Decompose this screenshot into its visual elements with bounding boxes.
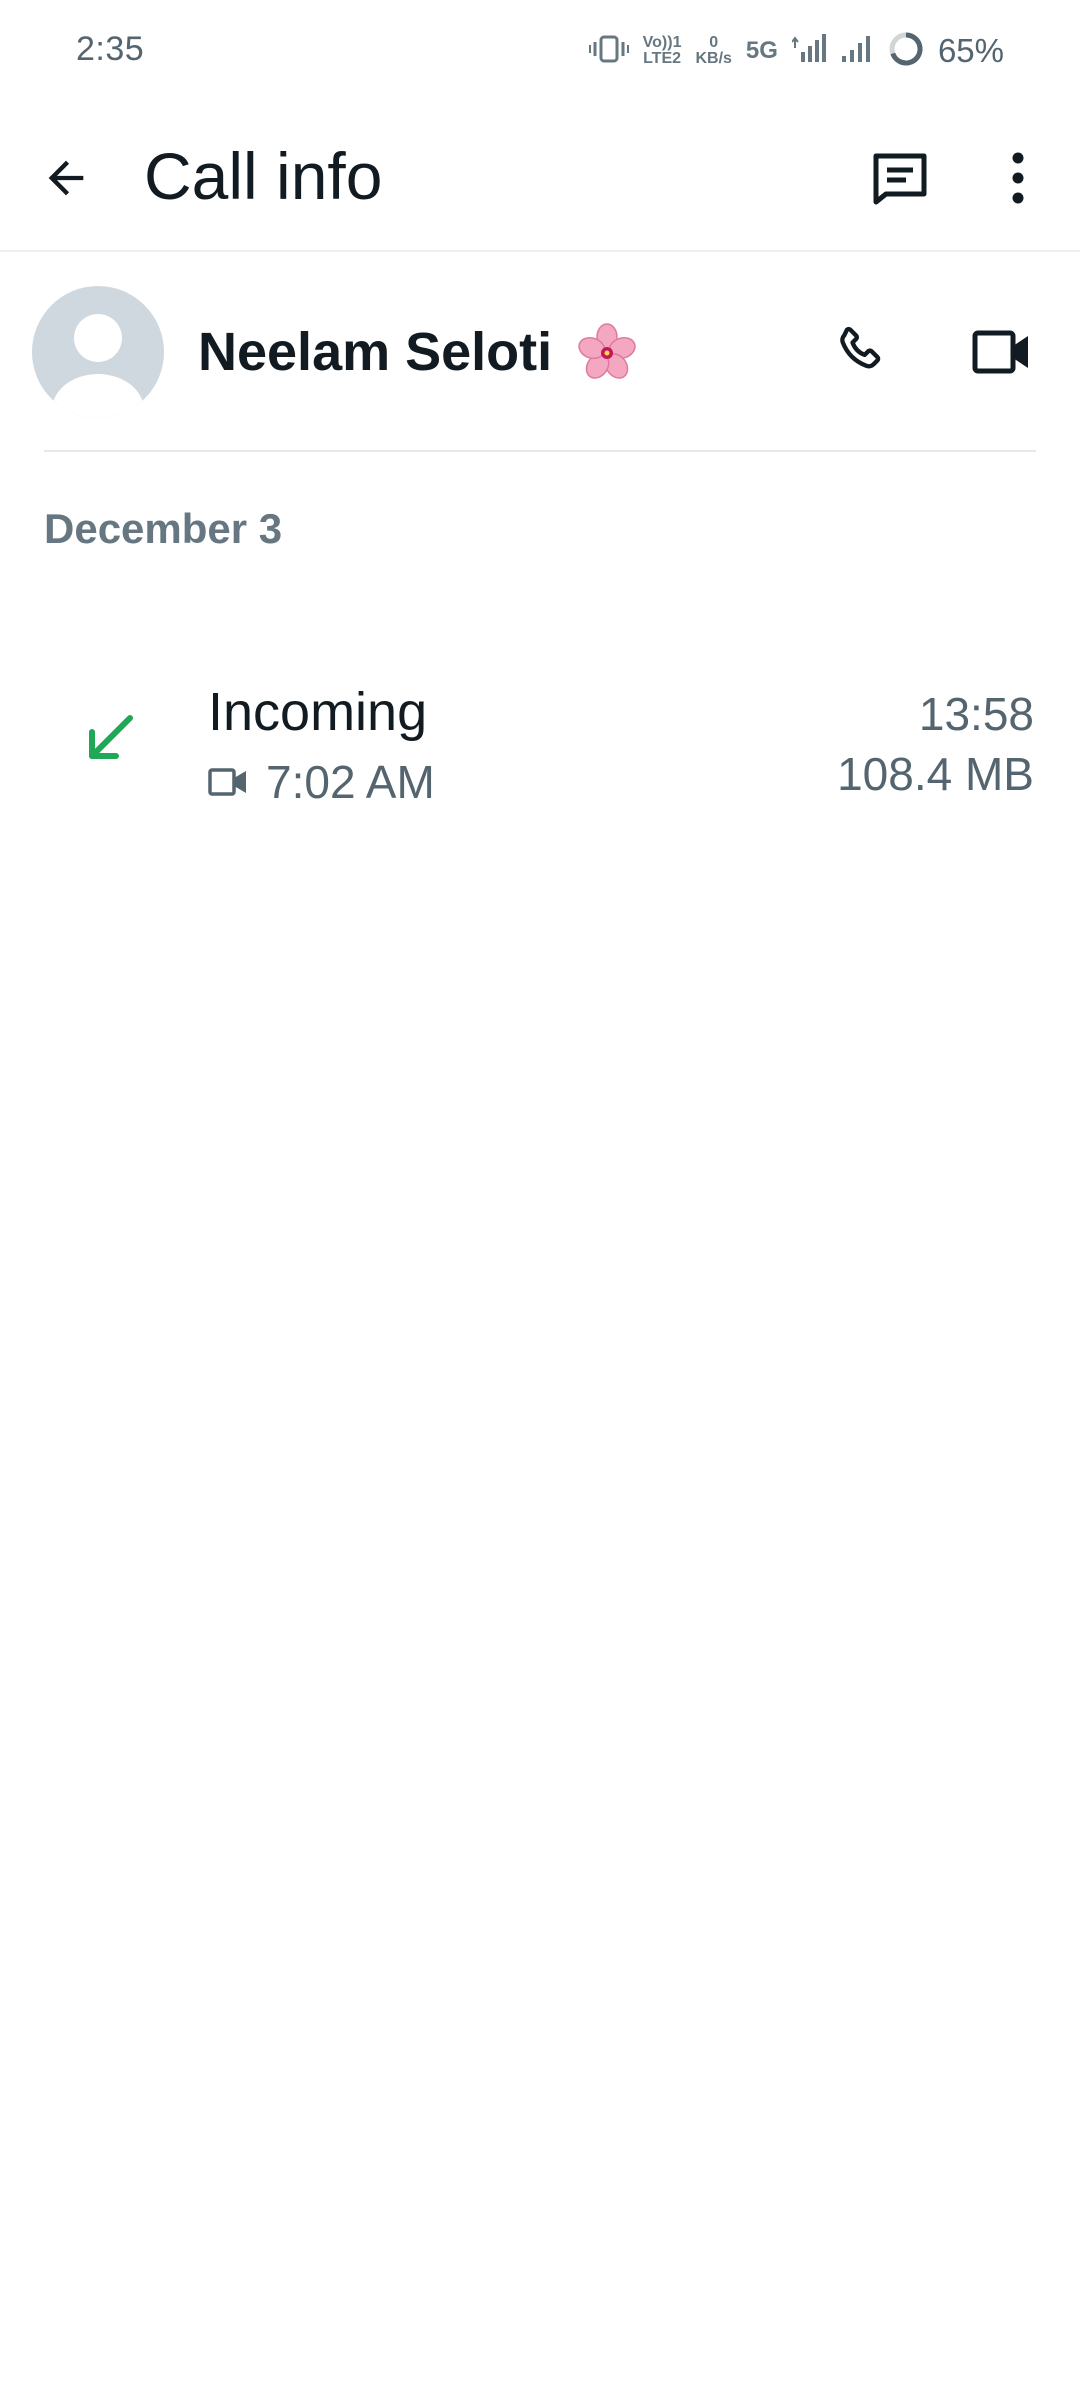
call-data-usage: 108.4 MB: [837, 748, 1034, 800]
status-bar: 2:35 Vo))1 LTE2 0 KB/s 5G 65%: [0, 0, 1080, 100]
more-vert-icon: [1012, 152, 1024, 204]
battery-percent: 65%: [937, 32, 1004, 69]
call-time: 7:02 AM: [266, 756, 435, 808]
message-icon: [873, 153, 927, 205]
more-options-button[interactable]: [974, 134, 1062, 222]
call-duration: 13:58: [918, 688, 1034, 740]
battery-icon: [888, 31, 924, 72]
video-call-button[interactable]: [958, 308, 1046, 396]
call-subline: 7:02 AM: [208, 752, 435, 812]
call-log-entry: Incoming 7:02 AM 13:58 108.4 MB: [0, 660, 1080, 820]
vibrate-icon: [588, 34, 629, 69]
contact-row[interactable]: Neelam Seloti: [0, 252, 1080, 452]
videocam-icon: [208, 768, 246, 796]
cherry-blossom-icon: [577, 322, 637, 382]
default-avatar-icon: [52, 314, 144, 418]
incoming-arrow-icon: [89, 715, 133, 759]
network-type: 5G: [745, 37, 778, 64]
call-direction: Incoming: [208, 682, 428, 742]
contact-name-text: Neelam Seloti: [198, 322, 553, 382]
back-arrow-icon: [48, 160, 84, 196]
voice-call-button[interactable]: [816, 308, 904, 396]
message-button[interactable]: [856, 134, 944, 222]
page-title: Call info: [144, 139, 383, 213]
videocam-icon: [972, 330, 1028, 374]
app-bar: Call info: [0, 100, 1080, 252]
signal-icon: [791, 33, 826, 69]
volte-indicator: Vo))1 LTE2: [642, 34, 682, 67]
status-time: 2:35: [76, 30, 145, 68]
avatar[interactable]: [32, 286, 164, 418]
status-icons: Vo))1 LTE2 0 KB/s 5G 65%: [588, 26, 1004, 76]
contact-name: Neelam Seloti: [198, 320, 637, 386]
data-rate-indicator: 0 KB/s: [695, 34, 732, 67]
divider: [44, 450, 1036, 452]
signal-icon-2: [840, 34, 874, 69]
date-header: December 3: [44, 505, 283, 552]
back-button[interactable]: [22, 134, 110, 222]
phone-icon: [840, 326, 881, 369]
